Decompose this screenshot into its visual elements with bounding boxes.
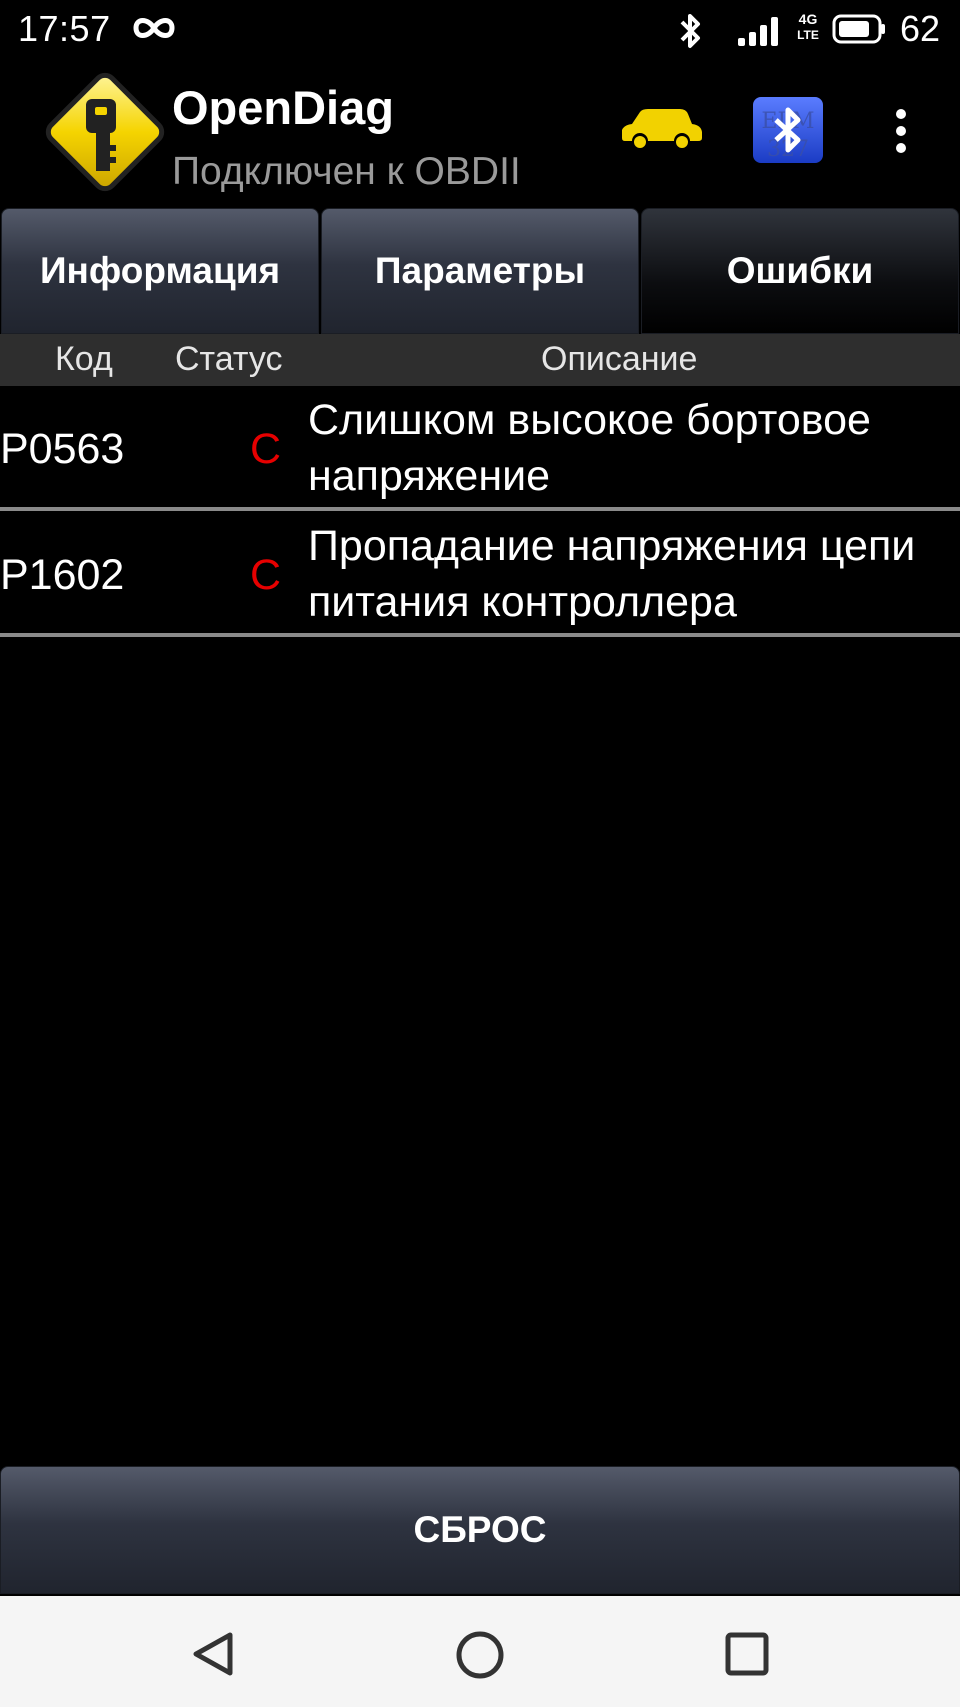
connection-status: Подключен к OBDII [172, 150, 521, 193]
tab-errors[interactable]: Ошибки [641, 208, 959, 334]
error-description: Пропадание напряжения цепи питания контр… [308, 522, 916, 626]
tab-info[interactable]: Информация [1, 208, 319, 334]
app-logo-key-icon [45, 72, 165, 192]
battery-level: 62 [900, 8, 941, 49]
infinity-icon [133, 18, 175, 38]
error-description: Слишком высокое бортовое напряжение [308, 396, 871, 500]
table-row[interactable]: P1602 C Пропадание напряжения цепи питан… [0, 511, 960, 637]
car-icon[interactable] [618, 108, 704, 150]
signal-icon [738, 17, 778, 46]
table-row[interactable]: P0563 C Слишком высокое бортовое напряже… [0, 387, 960, 511]
errors-table-header: Код Статус Описание [0, 334, 960, 386]
error-status: C [250, 425, 282, 473]
app-title: OpenDiag [172, 81, 394, 134]
error-code: P0563 [0, 425, 125, 473]
recent-apps-icon[interactable] [724, 1631, 770, 1677]
tab-parameters[interactable]: Параметры [321, 208, 639, 334]
navigation-bar [0, 1596, 960, 1707]
elm327-bluetooth-icon[interactable]: ELM 327 [752, 96, 824, 164]
tab-bar: Информация Параметры Ошибки [0, 208, 960, 334]
battery-icon [832, 14, 885, 44]
error-status: C [250, 551, 282, 599]
app-bar: OpenDiag Подключен к OBDII ELM 327 [0, 62, 960, 202]
error-code: P1602 [0, 551, 125, 599]
column-description: Описание [541, 340, 698, 378]
back-icon[interactable] [188, 1629, 238, 1679]
reset-button[interactable]: СБРОС [0, 1466, 960, 1594]
home-icon[interactable] [454, 1629, 506, 1681]
more-vert-icon[interactable] [880, 106, 922, 156]
bluetooth-icon [680, 14, 700, 48]
network-type-label: 4G LTE [797, 11, 819, 43]
status-bar: 17:57 4G LTE 62 [0, 0, 960, 60]
status-time: 17:57 [18, 8, 111, 49]
column-code: Код [55, 340, 113, 378]
column-status: Статус [175, 340, 283, 378]
